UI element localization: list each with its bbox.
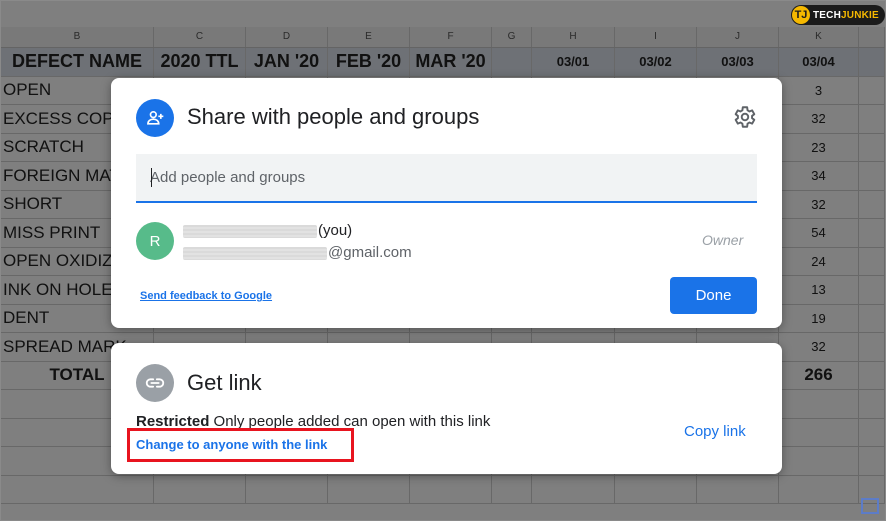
logo-badge-icon: TJ [792, 6, 810, 24]
settings-gear-icon[interactable] [731, 104, 757, 130]
logo-text-prefix: TECH [813, 9, 842, 21]
add-people-field[interactable] [136, 154, 757, 203]
redacted-email [183, 247, 327, 260]
user-email-suffix: @gmail.com [328, 244, 412, 261]
text-caret [151, 168, 152, 187]
logo-text-suffix: JUNKIE [841, 9, 879, 21]
done-button[interactable]: Done [670, 277, 757, 314]
copy-link-button[interactable]: Copy link [684, 423, 746, 440]
screenshot-frame: B C D E F G H I J K DEFECT NAME 2020 TTL… [0, 0, 886, 521]
add-person-glyph [147, 110, 164, 125]
selection-square [861, 498, 879, 514]
link-icon [136, 364, 174, 402]
user-you-label: (you) [318, 222, 353, 239]
user-role-label: Owner [702, 232, 744, 248]
add-people-input[interactable] [136, 154, 757, 201]
user-avatar: R [136, 222, 174, 260]
change-link-access[interactable]: Change to anyone with the link [136, 437, 327, 452]
redacted-name [183, 225, 317, 238]
get-link-title: Get link [187, 370, 262, 395]
share-dialog-title: Share with people and groups [187, 104, 480, 129]
share-dialog: Share with people and groups R (you) @gm… [111, 78, 782, 328]
techjunkie-logo: TJ TECHJUNKIE [791, 5, 885, 25]
send-feedback-link[interactable]: Send feedback to Google [140, 290, 272, 302]
link-glyph [145, 378, 165, 388]
add-person-icon [136, 99, 174, 137]
get-link-dialog: Get link Restricted Only people added ca… [111, 343, 782, 474]
logo-text: TECHJUNKIE [813, 10, 879, 21]
